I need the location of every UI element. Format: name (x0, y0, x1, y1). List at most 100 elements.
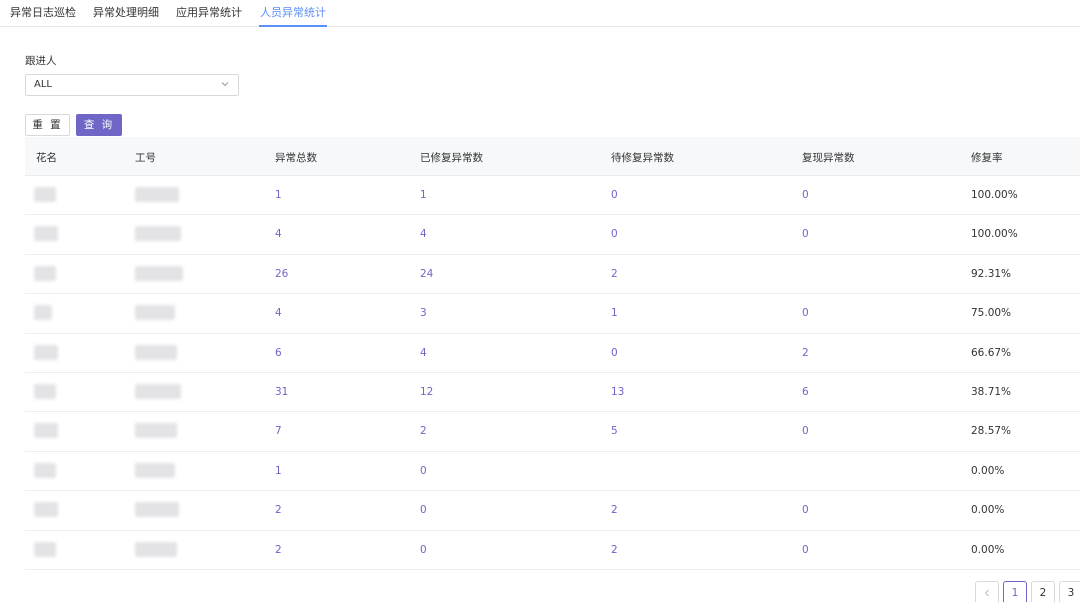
cell-total-exceptions[interactable]: 4 (275, 228, 282, 240)
table-row: 4 4 0 0 100.00% (25, 215, 1080, 255)
cell-total-exceptions[interactable]: 2 (275, 504, 282, 516)
cell-fix-rate: 66.67% (971, 346, 1012, 359)
table-row: 31 12 13 6 38.71% (25, 373, 1080, 413)
cell-total-exceptions[interactable]: 1 (275, 465, 282, 477)
redacted-nickname (34, 541, 56, 557)
cell-fixed-exceptions[interactable]: 3 (420, 307, 427, 319)
redacted-employee-id (135, 344, 177, 360)
cell-fixed-exceptions[interactable]: 2 (420, 425, 427, 437)
reset-button[interactable]: 重 置 (25, 114, 70, 136)
redacted-employee-id (135, 383, 181, 399)
tab-person-exception-stats[interactable]: 人员异常统计 (259, 4, 327, 27)
redacted-nickname (34, 462, 56, 478)
cell-fixed-exceptions[interactable]: 4 (420, 228, 427, 240)
cell-reproduced-exceptions[interactable]: 6 (802, 386, 809, 398)
cell-fixed-exceptions[interactable]: 24 (420, 268, 433, 280)
cell-pending-exceptions[interactable]: 5 (611, 425, 618, 437)
table-row: 1 1 0 0 100.00% (25, 176, 1080, 216)
pagination-page-3[interactable]: 3 (1059, 581, 1080, 602)
cell-fix-rate: 0.00% (971, 543, 1005, 556)
column-header-fix-rate: 修复率 (971, 152, 1003, 164)
redacted-nickname (34, 265, 56, 281)
redacted-employee-id (135, 187, 179, 202)
column-header-employee-id: 工号 (135, 152, 156, 164)
redacted-nickname (34, 383, 56, 399)
cell-fix-rate: 0.00% (971, 504, 1005, 517)
tab-bar: 异常日志巡检 异常处理明细 应用异常统计 人员异常统计 (0, 0, 1080, 27)
cell-fixed-exceptions[interactable]: 1 (420, 189, 427, 201)
follower-select[interactable]: ALL (25, 74, 239, 96)
table-row: 7 2 5 0 28.57% (25, 412, 1080, 452)
cell-fixed-exceptions[interactable]: 0 (420, 504, 427, 516)
cell-fix-rate: 75.00% (971, 307, 1012, 320)
cell-total-exceptions[interactable]: 1 (275, 189, 282, 201)
cell-reproduced-exceptions[interactable]: 0 (802, 504, 809, 516)
cell-fix-rate: 92.31% (971, 267, 1012, 280)
cell-pending-exceptions[interactable]: 0 (611, 189, 618, 201)
cell-pending-exceptions[interactable]: 13 (611, 386, 624, 398)
table-body: 1 1 0 0 100.00% 4 4 0 0 100.00% 26 24 2 92.31% 4 3 1 0 75.… (25, 176, 1080, 570)
tab-app-exception-stats[interactable]: 应用异常统计 (176, 4, 242, 27)
redacted-employee-id (135, 423, 177, 439)
redacted-nickname (34, 344, 58, 360)
cell-total-exceptions[interactable]: 7 (275, 425, 282, 437)
cell-fix-rate: 0.00% (971, 464, 1005, 477)
cell-fixed-exceptions[interactable]: 0 (420, 544, 427, 556)
redacted-employee-id (135, 226, 181, 242)
redacted-nickname (34, 502, 58, 518)
redacted-employee-id (135, 305, 175, 321)
cell-total-exceptions[interactable]: 4 (275, 307, 282, 319)
cell-reproduced-exceptions[interactable]: 0 (802, 425, 809, 437)
chevron-left-icon (984, 589, 989, 597)
tab-exception-log-inspection[interactable]: 异常日志巡检 (10, 4, 76, 27)
cell-pending-exceptions[interactable]: 1 (611, 307, 618, 319)
cell-reproduced-exceptions[interactable]: 0 (802, 307, 809, 319)
cell-reproduced-exceptions[interactable]: 2 (802, 347, 809, 359)
column-header-fixed-exceptions: 已修复异常数 (420, 152, 483, 164)
cell-fix-rate: 100.00% (971, 228, 1018, 241)
table-row: 1 0 0.00% (25, 452, 1080, 492)
redacted-employee-id (135, 502, 179, 518)
redacted-employee-id (135, 462, 175, 478)
table-row: 2 0 2 0 0.00% (25, 531, 1080, 570)
redacted-employee-id (135, 265, 183, 281)
follower-select-value: ALL (34, 79, 52, 90)
pagination-page-2[interactable]: 2 (1031, 581, 1055, 602)
redacted-nickname (34, 423, 58, 439)
cell-total-exceptions[interactable]: 31 (275, 386, 288, 398)
cell-pending-exceptions[interactable]: 2 (611, 268, 618, 280)
cell-total-exceptions[interactable]: 2 (275, 544, 282, 556)
table-row: 26 24 2 92.31% (25, 255, 1080, 295)
person-exception-table: 花名 工号 异常总数 已修复异常数 待修复异常数 复现异常数 修复率 11001… (25, 137, 1080, 570)
redacted-nickname (34, 226, 58, 242)
column-header-total-exceptions: 异常总数 (275, 152, 317, 164)
query-button[interactable]: 查 询 (76, 114, 122, 136)
table-row: 2 0 2 0 0.00% (25, 491, 1080, 531)
cell-pending-exceptions[interactable]: 0 (611, 228, 618, 240)
cell-total-exceptions[interactable]: 6 (275, 347, 282, 359)
cell-reproduced-exceptions[interactable]: 0 (802, 228, 809, 240)
table-row: 6 4 0 2 66.67% (25, 334, 1080, 373)
cell-fix-rate: 100.00% (971, 189, 1018, 201)
cell-fix-rate: 38.71% (971, 385, 1012, 398)
cell-pending-exceptions[interactable]: 0 (611, 347, 618, 359)
cell-total-exceptions[interactable]: 26 (275, 268, 288, 280)
cell-fixed-exceptions[interactable]: 4 (420, 347, 427, 359)
pagination-prev-button[interactable] (975, 581, 999, 602)
cell-reproduced-exceptions[interactable]: 0 (802, 544, 809, 556)
cell-pending-exceptions[interactable]: 2 (611, 544, 618, 556)
cell-fix-rate: 28.57% (971, 425, 1012, 438)
cell-reproduced-exceptions[interactable]: 0 (802, 189, 809, 201)
redacted-nickname (34, 305, 52, 321)
column-header-pending-exceptions: 待修复异常数 (611, 152, 674, 164)
cell-fixed-exceptions[interactable]: 0 (420, 465, 427, 477)
cell-pending-exceptions[interactable]: 2 (611, 504, 618, 516)
column-header-reproduced-exceptions: 复现异常数 (802, 152, 855, 164)
table-header: 花名 工号 异常总数 已修复异常数 待修复异常数 复现异常数 修复率 (25, 137, 1080, 176)
cell-fixed-exceptions[interactable]: 12 (420, 386, 433, 398)
pagination-page-1[interactable]: 1 (1003, 581, 1027, 602)
redacted-nickname (34, 187, 56, 202)
tab-exception-handling-details[interactable]: 异常处理明细 (93, 4, 159, 27)
chevron-down-icon (221, 82, 229, 87)
follower-filter-label: 跟进人 (25, 55, 57, 67)
